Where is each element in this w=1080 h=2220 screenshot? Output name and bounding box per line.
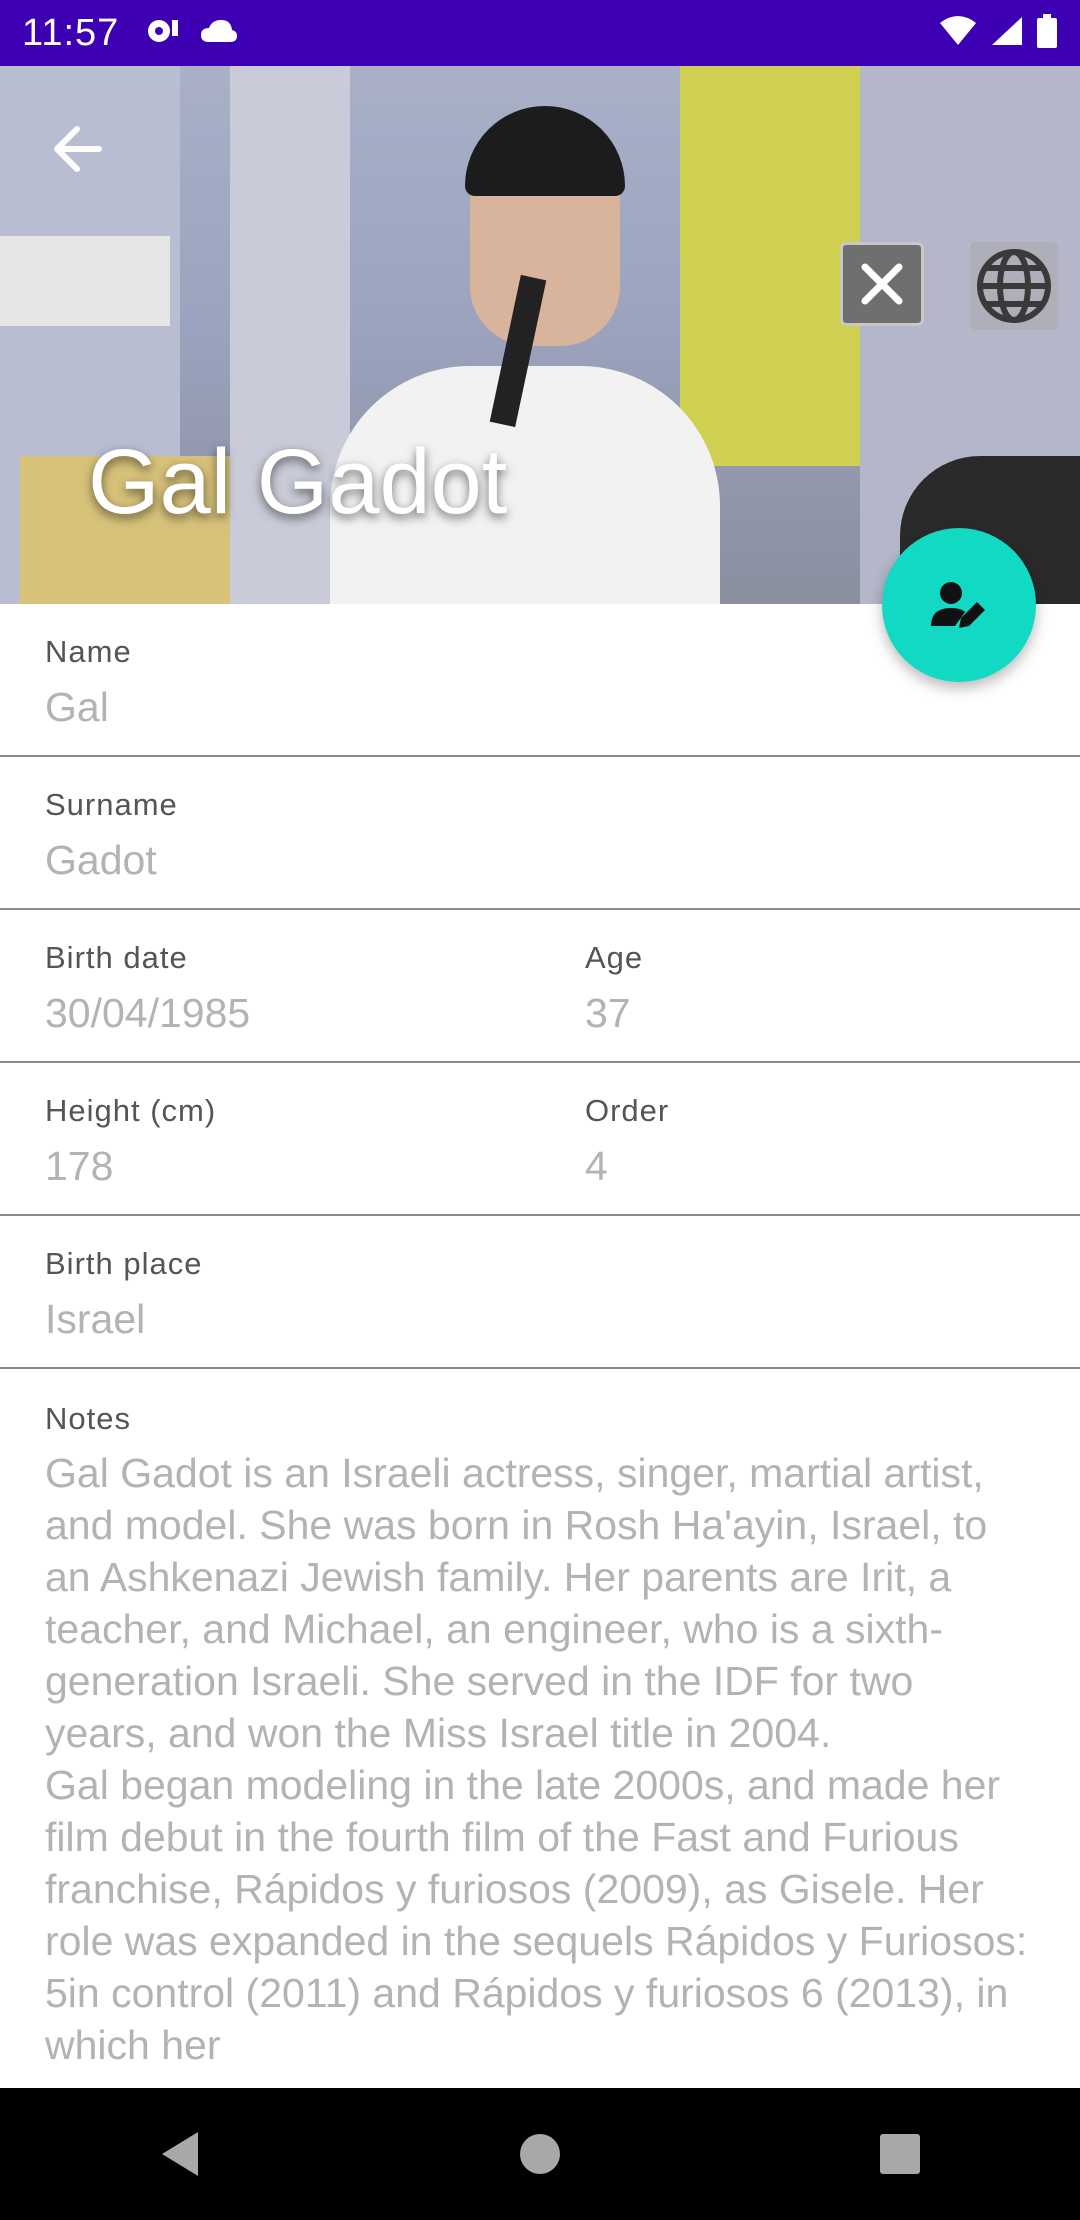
age-field[interactable]: Age 37	[585, 940, 643, 1037]
figure-hair	[465, 106, 625, 196]
field-label: Order	[585, 1093, 670, 1128]
height-order-row: Height (cm) 178 Order 4	[0, 1063, 1080, 1216]
cloud-icon	[199, 18, 239, 49]
details-form: Name Gal Surname Gadot Birth date 30/04/…	[0, 604, 1080, 1369]
background-banner	[0, 236, 170, 326]
nav-home-button[interactable]	[500, 2114, 580, 2194]
circle-home-icon	[520, 2134, 560, 2174]
square-recents-icon	[880, 2134, 920, 2174]
order-field[interactable]: Order 4	[585, 1093, 669, 1190]
media-icon	[145, 16, 181, 51]
name-field[interactable]: Name Gal	[45, 634, 132, 731]
field-value: Israel	[45, 1296, 146, 1342]
background-banner	[680, 66, 860, 466]
status-time: 11:57	[22, 11, 120, 54]
arrow-back-icon	[54, 126, 102, 172]
profile-header-image: Gal Gadot	[0, 66, 1080, 604]
notes-text: Gal Gadot is an Israeli actress, singer,…	[45, 1450, 1028, 2068]
field-value: 4	[585, 1143, 608, 1189]
edit-person-icon	[931, 582, 985, 628]
page-title: Gal Gadot	[88, 431, 508, 533]
nav-back-button[interactable]	[140, 2114, 220, 2194]
status-bar: 11:57	[0, 0, 1080, 66]
field-label: Age	[585, 940, 644, 975]
field-value: 37	[585, 990, 631, 1036]
surname-field[interactable]: Surname Gadot	[45, 787, 178, 884]
birth-place-row: Birth place Israel	[0, 1216, 1080, 1369]
notes-field[interactable]: Notes Gal Gadot is an Israeli actress, s…	[0, 1373, 1080, 2087]
field-value: 30/04/1985	[45, 990, 251, 1036]
field-value: Gal	[45, 684, 109, 730]
close-button[interactable]	[840, 242, 924, 326]
field-label: Name	[45, 634, 132, 669]
triangle-back-icon	[162, 2132, 198, 2176]
field-label: Notes	[45, 1401, 131, 1436]
battery-icon	[1036, 13, 1058, 53]
wifi-icon	[938, 15, 978, 52]
system-nav-bar	[0, 2088, 1080, 2220]
back-button[interactable]	[44, 116, 110, 182]
field-label: Surname	[45, 787, 178, 822]
signal-icon	[990, 15, 1024, 52]
globe-icon	[977, 249, 1051, 323]
edit-button[interactable]	[882, 528, 1036, 682]
field-value: 178	[45, 1143, 114, 1189]
field-label: Height (cm)	[45, 1093, 217, 1128]
close-icon	[861, 263, 903, 305]
birth-date-field[interactable]: Birth date 30/04/1985	[45, 940, 250, 1037]
nav-recents-button[interactable]	[860, 2114, 940, 2194]
birth-place-field[interactable]: Birth place Israel	[45, 1246, 202, 1343]
field-label: Birth place	[45, 1246, 203, 1281]
surname-row: Surname Gadot	[0, 757, 1080, 910]
birth-date-age-row: Birth date 30/04/1985 Age 37	[0, 910, 1080, 1063]
field-value: Gadot	[45, 837, 157, 883]
field-label: Birth date	[45, 940, 188, 975]
height-field[interactable]: Height (cm) 178	[45, 1093, 216, 1190]
web-search-button[interactable]	[970, 242, 1058, 330]
